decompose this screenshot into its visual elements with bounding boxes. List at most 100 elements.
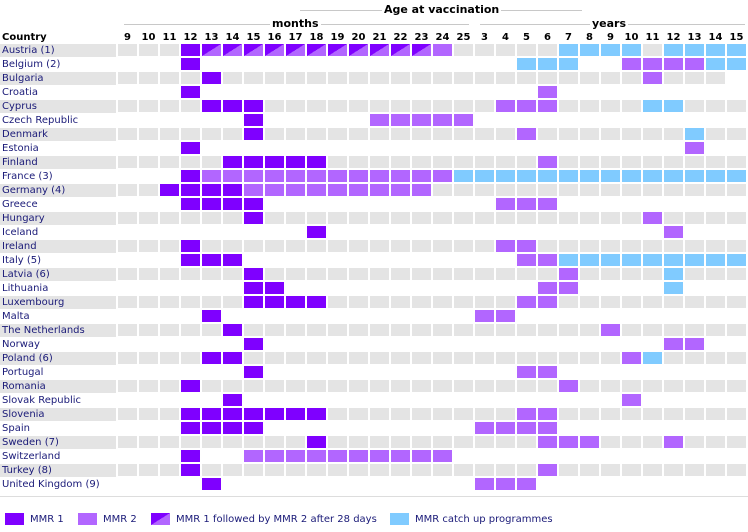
cell-years-10 [622, 408, 641, 420]
country-label[interactable]: Poland (6) [0, 352, 116, 365]
cell-months-13 [202, 380, 221, 392]
cell-years-12 [664, 212, 683, 224]
cell-months-15 [244, 226, 263, 238]
cell-months-11 [160, 436, 179, 448]
cell-years-6 [538, 156, 557, 168]
cell-months-19 [328, 380, 347, 392]
cell-months-12 [181, 422, 200, 434]
cell-months-19 [328, 226, 347, 238]
country-label[interactable]: Hungary [0, 212, 116, 225]
country-label[interactable]: Greece [0, 198, 116, 211]
cell-years-10 [622, 240, 641, 252]
cell-years-4 [496, 422, 515, 434]
cell-years-15 [727, 170, 746, 182]
cell-years-14 [706, 198, 725, 210]
cell-months-15 [244, 212, 263, 224]
cell-months-25 [454, 240, 473, 252]
table-row: Belgium (2) [0, 58, 748, 72]
cell-months-10 [139, 226, 158, 238]
cell-months-21 [370, 142, 389, 154]
cell-years-12 [664, 436, 683, 448]
country-label[interactable]: The Netherlands [0, 324, 116, 337]
country-label[interactable]: Estonia [0, 142, 116, 155]
cell-years-15 [727, 240, 746, 252]
country-label[interactable]: Italy (5) [0, 254, 116, 267]
cell-months-15 [244, 296, 263, 308]
cell-years-13 [685, 212, 704, 224]
cell-years-7 [559, 310, 578, 322]
country-label[interactable]: Lithuania [0, 282, 116, 295]
country-label[interactable]: Austria (1) [0, 44, 116, 57]
cell-months-11 [160, 156, 179, 168]
country-label[interactable]: Ireland [0, 240, 116, 253]
cell-months-24 [433, 58, 452, 70]
cell-years-4 [496, 44, 515, 56]
country-label[interactable]: Bulgaria [0, 72, 116, 85]
cell-months-22 [391, 240, 410, 252]
cell-years-14 [706, 170, 725, 182]
country-label[interactable]: Portugal [0, 366, 116, 379]
country-label[interactable]: Spain [0, 422, 116, 435]
country-label[interactable]: Norway [0, 338, 116, 351]
cell-years-15 [727, 268, 746, 280]
country-label[interactable]: Slovenia [0, 408, 116, 421]
cell-years-11 [643, 338, 662, 350]
cell-years-14 [706, 352, 725, 364]
country-label[interactable]: Luxembourg [0, 296, 116, 309]
cell-months-13 [202, 268, 221, 280]
cell-months-10 [139, 58, 158, 70]
cell-months-17 [286, 310, 305, 322]
cell-months-12 [181, 478, 200, 490]
country-label[interactable]: Malta [0, 310, 116, 323]
cell-years-13 [685, 44, 704, 56]
cell-months-19 [328, 254, 347, 266]
cell-years-9 [601, 422, 620, 434]
country-label[interactable]: Germany (4) [0, 184, 116, 197]
cell-months-15 [244, 478, 263, 490]
country-label[interactable]: Latvia (6) [0, 268, 116, 281]
cell-months-23 [412, 282, 431, 294]
cell-months-13 [202, 100, 221, 112]
cell-years-15 [727, 254, 746, 266]
cell-years-7 [559, 450, 578, 462]
cell-years-11 [643, 310, 662, 322]
cell-months-19 [328, 198, 347, 210]
cell-months-16 [265, 72, 284, 84]
cell-years-10 [622, 170, 641, 182]
cell-months-22 [391, 408, 410, 420]
cell-years-7 [559, 282, 578, 294]
cell-months-15 [244, 436, 263, 448]
cell-years-3 [475, 226, 494, 238]
country-label[interactable]: Cyprus [0, 100, 116, 113]
cell-years-15 [727, 58, 746, 70]
cell-years-6 [538, 254, 557, 266]
cell-months-14 [223, 268, 242, 280]
cell-years-12 [664, 184, 683, 196]
cell-months-22 [391, 142, 410, 154]
country-label[interactable]: Belgium (2) [0, 58, 116, 71]
cell-months-15 [244, 198, 263, 210]
cell-months-18 [307, 212, 326, 224]
country-label[interactable]: Denmark [0, 128, 116, 141]
country-label[interactable]: Iceland [0, 226, 116, 239]
cell-months-18 [307, 478, 326, 490]
country-label[interactable]: Turkey (8) [0, 464, 116, 477]
country-label[interactable]: Sweden (7) [0, 436, 116, 449]
cell-years-4 [496, 142, 515, 154]
cell-years-15 [727, 422, 746, 434]
cell-years-5 [517, 268, 536, 280]
country-label[interactable]: Switzerland [0, 450, 116, 463]
country-label[interactable]: Slovak Republic [0, 394, 116, 407]
country-label[interactable]: France (3) [0, 170, 116, 183]
country-label[interactable]: United Kingdom (9) [0, 478, 116, 491]
cell-months-9 [118, 86, 137, 98]
country-label[interactable]: Czech Republic [0, 114, 116, 127]
cell-years-13 [685, 226, 704, 238]
cell-months-10 [139, 366, 158, 378]
country-label[interactable]: Romania [0, 380, 116, 393]
cell-months-13 [202, 128, 221, 140]
cell-months-19 [328, 296, 347, 308]
country-label[interactable]: Finland [0, 156, 116, 169]
cell-months-12 [181, 464, 200, 476]
country-label[interactable]: Croatia [0, 86, 116, 99]
